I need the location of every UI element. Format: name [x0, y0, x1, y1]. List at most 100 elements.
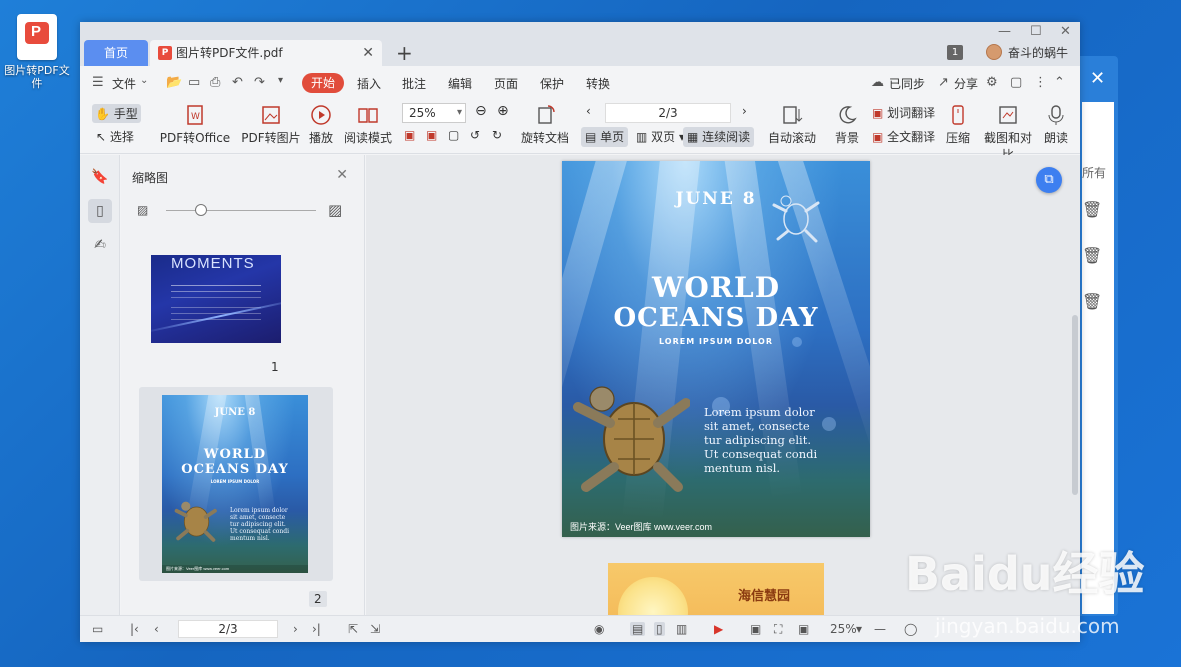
sidebar-toggle-icon[interactable]: ▭	[92, 622, 103, 636]
thumbnail-image-1[interactable]: MOMENTS	[151, 255, 281, 343]
trash-icon[interactable]: 🗑	[1082, 200, 1102, 219]
read-aloud-button[interactable]: 朗读	[1043, 104, 1069, 146]
background-button[interactable]: 背景	[830, 104, 864, 146]
fit-page-icon[interactable]: ⛶	[774, 622, 782, 637]
status-zoom-level[interactable]: 25%	[830, 622, 857, 636]
double-page-button[interactable]: ▥ 双页 ▾	[632, 127, 689, 147]
thumbnail-icon[interactable]: ▯	[88, 199, 112, 223]
maximize-icon[interactable]: ☐	[1030, 24, 1042, 39]
compress-button[interactable]: 压缩	[944, 104, 972, 146]
rotate-right-icon[interactable]: ↻	[492, 128, 502, 142]
menu-edit[interactable]: 编辑	[448, 75, 472, 92]
continuous-read-button[interactable]: ▦ 连续阅读	[683, 127, 755, 147]
poster-subtitle: LOREM IPSUM DOLOR	[658, 337, 774, 346]
actual-size-icon[interactable]: ▣	[404, 128, 415, 142]
save-icon[interactable]: ▭	[188, 75, 200, 90]
close-window-icon[interactable]: ✕	[1060, 24, 1071, 39]
print-icon[interactable]: ⎙	[210, 75, 220, 90]
play-icon[interactable]: ▶	[714, 622, 723, 636]
status-page-input[interactable]: 2/3	[178, 620, 278, 638]
redo-icon[interactable]: ↷	[254, 75, 265, 90]
eye-icon[interactable]: ◉	[594, 622, 604, 636]
share-button[interactable]: 分享	[954, 75, 978, 92]
single-page-button[interactable]: ▤ 单页	[581, 127, 629, 147]
play-button[interactable]: 播放	[306, 104, 336, 146]
menu-page[interactable]: 页面	[494, 75, 518, 92]
fit-width-icon[interactable]: ▢	[448, 128, 459, 142]
prev-page-icon[interactable]: ‹	[154, 622, 159, 636]
avatar[interactable]	[986, 44, 1002, 60]
bookmark-icon[interactable]: 🔖	[88, 165, 112, 189]
collapse-ribbon-icon[interactable]: ⌃	[1054, 75, 1065, 90]
actual-size-icon[interactable]: ▣	[750, 622, 761, 636]
large-thumb-icon[interactable]: ▨	[328, 201, 342, 219]
menu-file[interactable]: 文件	[112, 75, 136, 92]
next-page-icon[interactable]: ›	[293, 622, 298, 636]
new-tab-button[interactable]: +	[396, 40, 413, 66]
quick-access-dropdown-icon[interactable]: ▾	[278, 75, 283, 86]
word-translate-label: 划词翻译	[887, 106, 936, 120]
slider-handle[interactable]	[195, 204, 207, 216]
thumbnail-image-2[interactable]: JUNE 8 WORLD OCEANS DAY LOREM IPSUM DOLO…	[162, 395, 308, 573]
rotate-document-button[interactable]: 旋转文档	[520, 104, 570, 146]
tab-document-label: 图片转PDF文件.pdf	[176, 46, 283, 60]
menu-annotate[interactable]: 批注	[402, 75, 426, 92]
double-page-view-icon[interactable]: ▥	[676, 622, 687, 636]
select-tool[interactable]: ↖ 选择	[96, 128, 134, 145]
notification-badge[interactable]: 1	[947, 45, 963, 60]
zoom-slider-handle[interactable]: ◯	[904, 622, 917, 636]
auto-scroll-button[interactable]: 自动滚动	[764, 104, 820, 146]
menu-convert[interactable]: 转换	[586, 75, 610, 92]
gear-icon[interactable]: ⚙	[986, 75, 998, 90]
prev-page-icon[interactable]: ‹	[586, 104, 591, 118]
single-page-view-icon[interactable]: ▤	[630, 622, 646, 636]
sync-status[interactable]: 已同步	[889, 75, 925, 92]
username[interactable]: 奋斗的蜗牛	[1008, 44, 1068, 61]
message-icon[interactable]: ▢	[1010, 75, 1022, 90]
fit-width-icon[interactable]: ▣	[798, 622, 809, 636]
menu-start[interactable]: 开始	[302, 73, 344, 93]
small-thumb-icon[interactable]: ▨	[137, 203, 148, 217]
minimize-icon[interactable]: —	[998, 24, 1011, 39]
hand-tool[interactable]: ✋ 手型	[92, 104, 141, 123]
chevron-down-icon[interactable]: ⌄	[140, 75, 148, 86]
close-thumbnail-panel-icon[interactable]: ✕	[336, 167, 348, 183]
menu-protect[interactable]: 保护	[540, 75, 564, 92]
page-number-input[interactable]: 2/3	[605, 103, 731, 123]
undo-icon[interactable]: ↶	[232, 75, 243, 90]
next-page-icon[interactable]: ›	[742, 104, 747, 118]
side-panel-close-icon[interactable]: ✕	[1090, 68, 1105, 89]
full-translate-button[interactable]: ▣ 全文翻译	[872, 128, 935, 145]
zoom-in-icon[interactable]: ⊕	[497, 103, 509, 119]
pdf-to-image-icon	[262, 106, 280, 124]
more-icon[interactable]: ⋮	[1034, 75, 1047, 90]
word-translate-button[interactable]: ▣ 划词翻译	[872, 104, 935, 121]
continuous-view-icon[interactable]: ▯	[654, 622, 665, 636]
trash-icon[interactable]: 🗑	[1082, 292, 1102, 311]
desktop-file-icon[interactable]: 图片转PDF文件	[2, 14, 72, 90]
zoom-out-icon[interactable]: —	[874, 622, 886, 636]
menu-insert[interactable]: 插入	[357, 75, 381, 92]
hamburger-icon[interactable]: ☰	[92, 75, 104, 90]
zoom-select[interactable]: 25%	[402, 103, 466, 123]
rotate-left-icon[interactable]: ↺	[470, 128, 480, 142]
pdf-to-image-button[interactable]: PDF转图片	[240, 104, 302, 146]
read-mode-button[interactable]: 阅读模式	[343, 104, 393, 146]
vertical-scrollbar[interactable]	[1072, 315, 1078, 495]
open-folder-icon[interactable]: 📂	[166, 75, 182, 90]
first-page-icon[interactable]: |‹	[130, 622, 139, 636]
back-icon[interactable]: ⇱	[348, 622, 358, 636]
zoom-out-icon[interactable]: ⊖	[475, 103, 487, 119]
trash-icon[interactable]: 🗑	[1082, 246, 1102, 265]
zoom-dropdown-icon[interactable]: ▾	[856, 622, 862, 636]
pdf-to-office-button[interactable]: W PDF转Office	[157, 104, 233, 146]
signature-icon[interactable]: ✍	[88, 233, 112, 257]
tab-close-icon[interactable]: ✕	[362, 40, 374, 66]
forward-icon[interactable]: ⇲	[370, 622, 380, 636]
tab-home[interactable]: 首页	[84, 40, 148, 66]
floating-tool-button[interactable]: ⧉	[1036, 167, 1062, 193]
tab-document[interactable]: P 图片转PDF文件.pdf ✕	[150, 40, 382, 66]
thumbnail-size-slider[interactable]	[166, 210, 316, 211]
fit-page-icon[interactable]: ▣	[426, 128, 437, 142]
last-page-icon[interactable]: ›|	[312, 622, 321, 636]
